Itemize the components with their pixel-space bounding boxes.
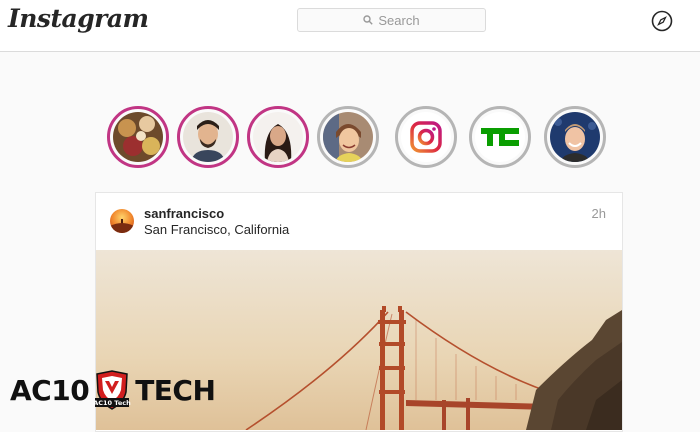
instagram-logo[interactable]: Instagram	[8, 4, 149, 33]
post-timestamp[interactable]: 2h	[592, 206, 606, 221]
story-7[interactable]	[544, 106, 606, 168]
watermark-text-right: TECH	[135, 373, 216, 407]
search-input[interactable]: Search	[297, 8, 486, 32]
story-2[interactable]	[177, 106, 239, 168]
story-4[interactable]	[317, 106, 379, 168]
story-techcrunch[interactable]	[469, 106, 531, 168]
story-avatar	[550, 112, 600, 162]
post-username[interactable]: sanfrancisco	[144, 206, 224, 221]
watermark-text-left: AC10	[10, 373, 90, 407]
techcrunch-logo-icon	[475, 112, 525, 162]
stories-tray	[0, 106, 700, 172]
post-author-avatar[interactable]	[110, 209, 134, 233]
post-header: sanfrancisco San Francisco, California 2…	[96, 193, 622, 250]
story-instagram[interactable]	[395, 106, 457, 168]
ac10-tech-watermark: AC10 AC10 Tech TECH	[10, 370, 216, 410]
compass-icon[interactable]	[651, 10, 673, 32]
top-navigation-bar: Instagram Search	[0, 0, 700, 52]
shield-logo-icon: AC10 Tech	[93, 370, 131, 410]
story-3[interactable]	[247, 106, 309, 168]
story-avatar	[323, 112, 373, 162]
watermark-badge: AC10 Tech	[93, 399, 131, 407]
story-1[interactable]	[107, 106, 169, 168]
instagram-story-logo-icon	[401, 112, 451, 162]
story-avatar	[183, 112, 233, 162]
search-icon	[363, 15, 374, 25]
story-avatar	[253, 112, 303, 162]
story-avatar	[113, 112, 163, 162]
post-location[interactable]: San Francisco, California	[144, 222, 289, 237]
search-placeholder: Search	[378, 12, 420, 28]
